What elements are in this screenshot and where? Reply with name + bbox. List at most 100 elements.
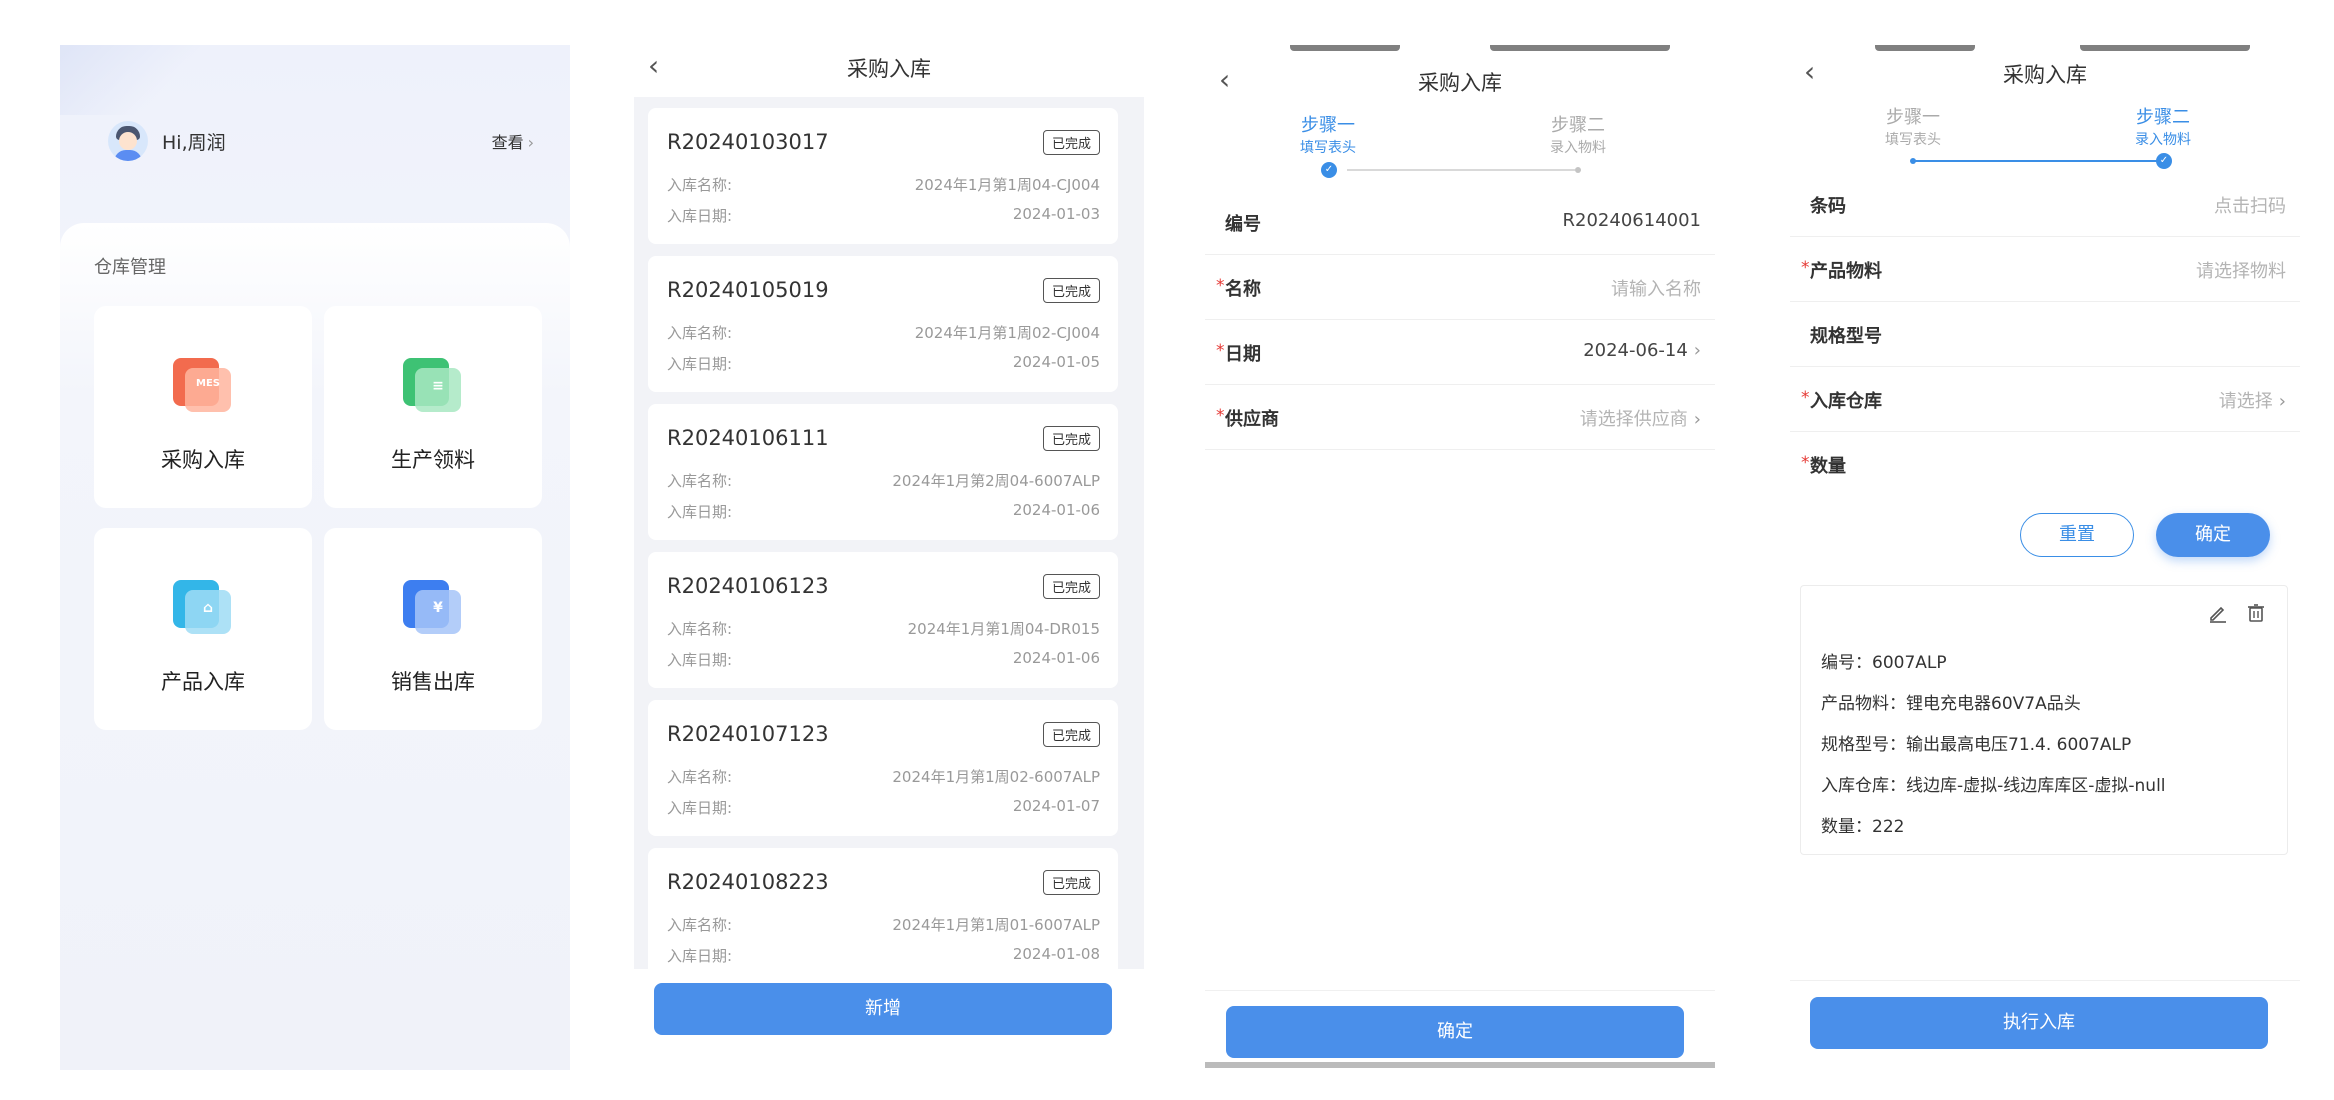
step-indicator: 步骤一 填写表头 步骤二 录入物料 ✓ (1790, 103, 2300, 179)
record-card[interactable]: R20240105019 已完成 入库名称: 2024年1月第1周02-CJ00… (648, 256, 1118, 392)
record-number: R20240108223 (667, 870, 829, 894)
view-profile-link[interactable]: 查看 › (492, 129, 534, 153)
step-two: 步骤二 录入物料 (1550, 115, 1606, 156)
record-number: R20240107123 (667, 722, 829, 746)
record-name: 2024年1月第1周02-CJ004 (914, 324, 1100, 342)
field-date[interactable]: * 日期 2024-06-14 › (1205, 320, 1715, 385)
record-list[interactable]: R20240103017 已完成 入库名称: 2024年1月第1周04-CJ00… (634, 97, 1144, 969)
required-mark: * (1216, 341, 1225, 361)
check-icon: ✓ (1321, 162, 1337, 178)
tile-sales-outbound[interactable]: ¥ 销售出库 (324, 528, 542, 730)
record-number: R20240106111 (667, 426, 829, 450)
nav-bar: ‹ 采购入库 (1205, 59, 1715, 111)
step-dot (1910, 158, 1916, 164)
required-mark: * (1801, 453, 1810, 473)
supplier-select: 请选择供应商 (1579, 409, 1688, 430)
record-date: 2024-01-08 (1012, 945, 1100, 963)
step-two: 步骤二 录入物料 (2135, 107, 2191, 148)
sales-outbound-icon: ¥ (403, 580, 463, 636)
field-material[interactable]: * 产品物料 请选择物料 (1790, 237, 2300, 302)
user-row: Hi,周润 查看 › (108, 120, 534, 162)
chevron-right-icon: › (2278, 391, 2286, 412)
name-label: 入库名称: (667, 620, 733, 638)
record-name: 2024年1月第1周02-6007ALP (892, 768, 1100, 786)
material-select[interactable]: 请选择物料 (2196, 257, 2286, 283)
page-title: 采购入库 (2003, 63, 2087, 87)
purchase-list-screen: ‹ 采购入库 R20240103017 已完成 入库名称: 2024年1月第1周… (634, 45, 1144, 1070)
field-number: 编号 R20240614001 (1205, 190, 1715, 255)
date-label: 入库日期: (667, 947, 733, 965)
delete-icon[interactable] (2245, 602, 2267, 624)
field-spec: 规格型号 (1790, 302, 2300, 367)
greeting-text: Hi,周润 (162, 131, 226, 154)
chevron-right-icon: › (1693, 409, 1701, 430)
scan-barcode-button[interactable]: 点击扫码 (2214, 192, 2286, 218)
item-spec: 规格型号：输出最高电压71.4. 6007ALP (1821, 735, 2132, 755)
record-number: R20240103017 (667, 130, 829, 154)
record-name: 2024年1月第1周01-6007ALP (892, 916, 1100, 934)
record-card[interactable]: R20240107123 已完成 入库名称: 2024年1月第1周02-6007… (648, 700, 1118, 836)
name-input[interactable]: 请输入名称 (1611, 275, 1701, 301)
record-name: 2024年1月第1周04-CJ004 (914, 176, 1100, 194)
bottom-bar: 执行入库 (1790, 980, 2300, 1070)
field-warehouse[interactable]: * 入库仓库 请选择 › (1790, 367, 2300, 432)
record-card[interactable]: R20240106111 已完成 入库名称: 2024年1月第2周04-6007… (648, 404, 1118, 540)
record-number: R20240105019 (667, 278, 829, 302)
purchase-inbound-icon: MES (173, 358, 233, 414)
name-label: 入库名称: (667, 768, 733, 786)
home-screen: Hi,周润 查看 › 仓库管理 MES 采购入库 ≡ 生产领料 ⌂ 产品入库 ¥… (60, 45, 570, 1070)
field-quantity[interactable]: * 数量 (1790, 432, 2300, 497)
avatar[interactable] (108, 121, 148, 161)
warehouse-panel: 仓库管理 MES 采购入库 ≡ 生产领料 ⌂ 产品入库 ¥ 销售出库 (60, 223, 570, 1070)
execute-inbound-button[interactable]: 执行入库 (1810, 997, 2268, 1049)
name-label: 入库名称: (667, 324, 733, 342)
reset-button[interactable]: 重置 (2020, 513, 2134, 557)
item-warehouse: 入库仓库：线边库-虚拟-线边库库区-虚拟-null (1821, 776, 2166, 796)
warehouse-select: 请选择 (2218, 391, 2273, 412)
edit-icon[interactable] (2207, 602, 2229, 624)
field-name[interactable]: * 名称 请输入名称 (1205, 255, 1715, 320)
name-label: 入库名称: (667, 472, 733, 490)
record-card[interactable]: R20240106123 已完成 入库名称: 2024年1月第1周04-DR01… (648, 552, 1118, 688)
confirm-button[interactable]: 确定 (2156, 513, 2270, 557)
field-barcode[interactable]: 条码 点击扫码 (1790, 172, 2300, 237)
name-label: 入库名称: (667, 176, 733, 194)
date-label: 入库日期: (667, 355, 733, 373)
nav-bar: ‹ 采购入库 (1790, 51, 2300, 103)
header-decoration (60, 45, 200, 115)
status-badge: 已完成 (1042, 130, 1100, 155)
status-bar (1205, 45, 1715, 59)
record-date: 2024-01-05 (1012, 353, 1100, 371)
tile-label: 销售出库 (391, 670, 475, 694)
record-card[interactable]: R20240108223 已完成 入库名称: 2024年1月第1周01-6007… (648, 848, 1118, 969)
tile-product-inbound[interactable]: ⌂ 产品入库 (94, 528, 312, 730)
item-quantity: 数量：222 (1821, 817, 1905, 837)
tile-label: 产品入库 (161, 670, 245, 694)
required-mark: * (1216, 406, 1225, 426)
step-track (1347, 169, 1575, 171)
section-title: 仓库管理 (94, 257, 166, 278)
date-label: 入库日期: (667, 503, 733, 521)
field-supplier[interactable]: * 供应商 请选择供应商 › (1205, 385, 1715, 450)
chevron-right-icon: › (1693, 340, 1701, 361)
record-name: 2024年1月第2周04-6007ALP (892, 472, 1100, 490)
tile-production-picking[interactable]: ≡ 生产领料 (324, 306, 542, 508)
name-label: 入库名称: (667, 916, 733, 934)
record-card[interactable]: R20240103017 已完成 入库名称: 2024年1月第1周04-CJ00… (648, 108, 1118, 244)
record-name: 2024年1月第1周04-DR015 (907, 620, 1100, 638)
tile-label: 生产领料 (391, 448, 475, 472)
add-button[interactable]: 新增 (654, 983, 1112, 1035)
confirm-button[interactable]: 确定 (1226, 1006, 1684, 1058)
step1-screen: ‹ 采购入库 步骤一 填写表头 步骤二 录入物料 ✓ 编号 R202406140… (1205, 45, 1715, 1070)
step-indicator: 步骤一 填写表头 步骤二 录入物料 ✓ (1205, 111, 1715, 187)
record-date: 2024-01-07 (1012, 797, 1100, 815)
home-indicator (1205, 1062, 1715, 1068)
status-badge: 已完成 (1042, 870, 1100, 895)
record-date: 2024-01-06 (1012, 649, 1100, 667)
step-one: 步骤一 填写表头 (1885, 107, 1941, 148)
step-track (1914, 160, 2158, 162)
date-label: 入库日期: (667, 207, 733, 225)
view-link-label: 查看 (491, 133, 524, 152)
tile-purchase-inbound[interactable]: MES 采购入库 (94, 306, 312, 508)
date-label: 入库日期: (667, 651, 733, 669)
